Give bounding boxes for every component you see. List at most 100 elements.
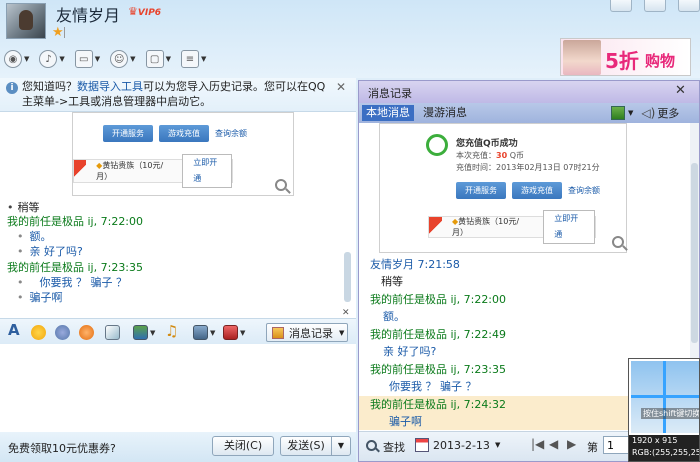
chat-toolbar: ◉ ▼ ♪ ▼ ▭ ▼ ☺ ▼ ▢ ▼ ≡ ▼ — [4, 50, 216, 68]
music-icon[interactable]: ♫ — [165, 322, 180, 340]
tip-bar: i 您知道吗？数据导入工具可以为您导入历史记录。您可以在QQ主菜单->工具或消息… — [0, 78, 356, 112]
message-text: 亲 好了吗? — [29, 245, 83, 258]
bullet-icon: • — [17, 291, 24, 304]
emoji-icon[interactable] — [31, 325, 46, 340]
search-button[interactable]: 查找 — [383, 439, 405, 455]
coupon-promo-link[interactable]: 免费领取10元优惠券? — [8, 440, 116, 456]
chevron-down-icon[interactable]: ▼ — [240, 329, 245, 337]
search-icon[interactable] — [366, 440, 377, 451]
file-transfer-button[interactable]: ▭ ▼ — [74, 50, 100, 68]
folder-icon: ▭ — [74, 50, 93, 68]
chat-message: • 骗子啊 — [7, 290, 63, 305]
video-call-button[interactable]: ◉ ▼ — [4, 50, 29, 68]
prev-page-icon[interactable]: ◀ — [549, 437, 558, 451]
magic-emoticon-icon[interactable] — [55, 325, 70, 340]
chat-message: • 你要我 ？ 骗子 ？ — [7, 275, 127, 290]
window-controls — [598, 0, 700, 14]
bottom-bar: 免费领取10元优惠券? 关闭(C) 发送(S) ▼ — [0, 432, 356, 462]
collapse-icon[interactable]: ✕ — [342, 308, 350, 318]
app-menu-button[interactable]: ≡ ▼ — [180, 50, 207, 68]
amount-label: 本次充值： — [456, 151, 496, 160]
close-window-button[interactable] — [678, 0, 700, 12]
history-message-text: 你要我 ？ 骗子 ？ — [389, 380, 477, 393]
vip-open-button: 立即开通 — [543, 210, 595, 244]
data-import-link[interactable]: 数据导入工具 — [77, 80, 143, 93]
ad-banner[interactable]: 5折 购物 — [560, 38, 691, 76]
query-balance-link: 查询余额 — [215, 129, 247, 138]
vip-name: 黄钻贵族 — [458, 217, 491, 226]
chevron-down-icon[interactable]: ▼ — [210, 329, 215, 337]
vip-badge[interactable]: ♛VIP6 — [128, 5, 161, 18]
more-button[interactable]: 更多 — [657, 105, 679, 121]
window-header: 友情岁月 ♛VIP6 ★ ◉ ▼ ♪ ▼ ▭ ▼ ☺ ▼ ▢ ▼ ≡ ▼ 5折 购物 — [0, 0, 700, 78]
chevron-down-icon: ▼ — [200, 55, 207, 63]
minimize-button[interactable] — [610, 0, 632, 12]
calendar-icon[interactable] — [415, 438, 429, 452]
next-page-icon[interactable]: ▶ — [567, 437, 576, 451]
zoom-icon[interactable] — [275, 179, 287, 191]
chat-scrollbar[interactable] — [344, 252, 351, 302]
chat-message: • 额。 — [7, 229, 52, 244]
message-text: 你要我 ？ 骗子 ？ — [39, 276, 128, 289]
hot-corner-icon — [429, 217, 443, 237]
history-message-header: 友情岁月 7:21:58 — [370, 257, 460, 272]
zoom-icon[interactable] — [612, 236, 624, 248]
nudge-icon[interactable] — [79, 325, 94, 340]
bullet-icon: • — [17, 230, 24, 243]
maximize-button[interactable] — [644, 0, 666, 12]
chevron-down-icon: ▼ — [337, 441, 345, 450]
star-icon[interactable]: ★ — [52, 25, 64, 40]
voice-call-button[interactable]: ♪ ▼ — [39, 50, 65, 68]
chat-message-area[interactable]: 开通服务 游戏充值 查询余额 ◆黄钻贵族（10元/月） 立即开通 • 稍等 我的前… — [0, 112, 356, 318]
crosshair-horizontal — [631, 395, 699, 398]
game-recharge-button: 游戏充值 — [512, 182, 562, 199]
close-icon[interactable]: ✕ — [336, 80, 346, 94]
message-time: 7:23:35 — [463, 363, 507, 376]
history-tools: ▼ ◁) 更多 — [611, 105, 679, 121]
chevron-down-icon: ▼ — [24, 55, 30, 63]
sender-name: 我的前任是极品 ij — [370, 293, 457, 306]
message-input[interactable] — [0, 344, 356, 432]
screenshot-icon[interactable] — [105, 325, 120, 340]
message-history-button[interactable]: 消息记录 ▼ — [266, 323, 348, 342]
message-time: 7:21:58 — [417, 258, 460, 271]
chevron-down-icon[interactable]: ▼ — [495, 441, 500, 449]
chevron-down-icon[interactable]: ▼ — [628, 109, 633, 117]
chevron-down-icon: ▼ — [130, 55, 136, 63]
more-tools-icon[interactable] — [193, 325, 208, 340]
speaker-icon[interactable]: ◁) — [641, 106, 655, 120]
send-button[interactable]: 发送(S) — [280, 436, 332, 456]
history-title: 消息记录 — [368, 87, 412, 100]
success-check-icon — [426, 134, 448, 156]
ad-model-image — [563, 40, 601, 75]
history-message-text: 稍等 — [381, 275, 403, 288]
history-icon — [272, 326, 284, 339]
tab-local-messages[interactable]: 本地消息 — [362, 105, 414, 121]
remote-assist-button[interactable]: ☺ ▼ — [110, 50, 136, 68]
sender-name: 我的前任是极品 ij — [7, 261, 94, 274]
export-icon[interactable] — [611, 106, 625, 120]
screen-share-button[interactable]: ▢ ▼ — [145, 50, 171, 68]
close-button[interactable]: 关闭(C) — [212, 436, 274, 456]
chevron-down-icon[interactable]: ▼ — [150, 329, 155, 337]
close-icon[interactable]: ✕ — [675, 83, 686, 98]
vip-name: 黄钻贵族 — [102, 161, 135, 170]
bullet-icon: • — [7, 201, 14, 214]
chevron-down-icon: ▼ — [59, 55, 65, 63]
avatar[interactable] — [6, 3, 46, 39]
magnifier-preview: 按住shift键切换 — [631, 361, 699, 433]
screen-capture-magnifier: 按住shift键切换 1920 x 915 RGB:(255,255,255) — [628, 358, 700, 462]
first-page-icon[interactable]: |◀ — [531, 437, 544, 451]
open-service-button: 开通服务 — [456, 182, 506, 199]
toolbox-icon[interactable] — [223, 325, 238, 340]
send-options-button[interactable]: ▼ — [331, 436, 351, 456]
scrollbar-thumb[interactable] — [691, 163, 698, 343]
tab-roaming-messages[interactable]: 漫游消息 — [419, 105, 471, 121]
recharge-amount: 本次充值：30 Q币 — [456, 150, 524, 161]
date-selector[interactable]: 2013-2-13 — [433, 439, 490, 452]
image-icon[interactable] — [133, 325, 148, 340]
message-time: 7:24:32 — [463, 398, 507, 411]
amount-value: 30 — [496, 151, 508, 160]
recharge-card-image: 开通服务 游戏充值 查询余额 ◆黄钻贵族（10元/月） 立即开通 — [72, 112, 294, 196]
font-icon[interactable]: A — [8, 321, 23, 339]
